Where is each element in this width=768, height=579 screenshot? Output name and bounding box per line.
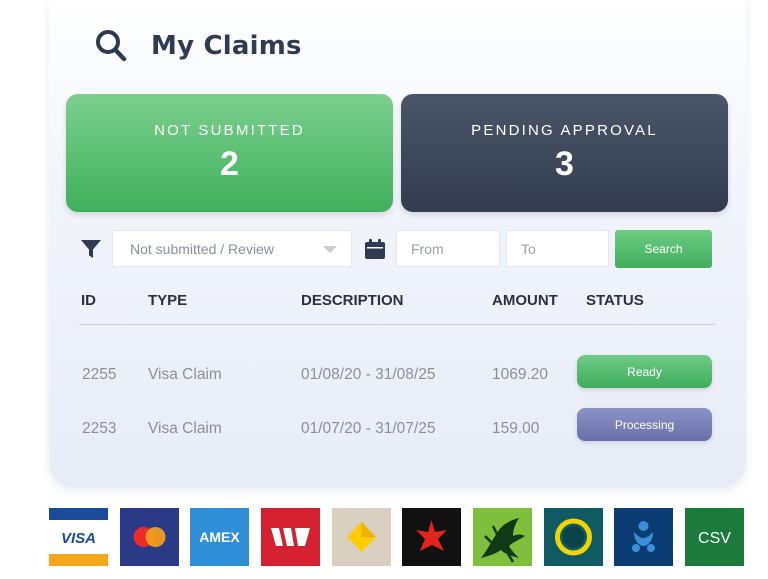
st-george-logo[interactable] <box>473 508 532 566</box>
status-filter-select[interactable]: Not submitted / Review <box>112 230 352 267</box>
claim-id: 2255 <box>82 366 117 383</box>
chevron-down-icon <box>323 246 337 253</box>
pending-approval-label: PENDING APPROVAL <box>471 122 658 139</box>
visa-text: VISA <box>61 530 96 547</box>
westpac-logo[interactable] <box>261 508 320 566</box>
pending-approval-count: 3 <box>555 145 574 183</box>
column-header-amount: AMOUNT <box>492 292 558 309</box>
status-badge[interactable]: Ready <box>577 355 712 388</box>
amex-logo[interactable]: AMEX <box>190 508 249 566</box>
not-submitted-label: NOT SUBMITTED <box>154 122 305 139</box>
column-header-id: ID <box>81 292 96 309</box>
to-date-input[interactable] <box>506 230 609 267</box>
claim-type: Visa Claim <box>148 366 222 383</box>
status-badge[interactable]: Processing <box>577 408 712 441</box>
page-header: My Claims <box>95 26 302 66</box>
table-divider <box>79 324 715 325</box>
column-header-description: DESCRIPTION <box>301 292 404 309</box>
column-header-type: TYPE <box>148 292 188 309</box>
claim-id: 2253 <box>82 420 117 437</box>
csv-text: CSV <box>698 530 731 547</box>
not-submitted-tile[interactable]: NOT SUBMITTED 2 <box>66 94 393 212</box>
from-date-input[interactable] <box>396 230 500 267</box>
claim-description: 01/07/20 - 31/07/25 <box>301 420 436 437</box>
commonwealth-bank-logo[interactable] <box>332 508 391 566</box>
calendar-icon <box>365 239 385 259</box>
claim-amount: 1069.20 <box>492 366 549 383</box>
claim-amount: 159.00 <box>492 420 540 437</box>
anz-logo[interactable] <box>614 508 673 566</box>
search-button[interactable]: Search <box>615 230 712 268</box>
status-filter-value: Not submitted / Review <box>130 240 274 257</box>
page-title: My Claims <box>151 31 302 61</box>
claim-description: 01/08/20 - 31/08/25 <box>301 366 436 383</box>
claim-type: Visa Claim <box>148 420 222 437</box>
column-header-status: STATUS <box>586 292 644 309</box>
nab-logo[interactable] <box>402 508 461 566</box>
filter-icon <box>81 240 101 258</box>
csv-logo[interactable]: CSV <box>685 508 744 566</box>
bank-ring-logo[interactable] <box>544 508 603 566</box>
not-submitted-count: 2 <box>220 145 239 183</box>
mastercard-logo[interactable] <box>120 508 179 566</box>
search-icon[interactable] <box>95 29 127 63</box>
visa-logo[interactable]: VISA <box>49 508 108 566</box>
amex-text: AMEX <box>199 529 240 545</box>
payment-methods: VISA AMEX CSV <box>49 508 749 566</box>
pending-approval-tile[interactable]: PENDING APPROVAL 3 <box>401 94 728 212</box>
